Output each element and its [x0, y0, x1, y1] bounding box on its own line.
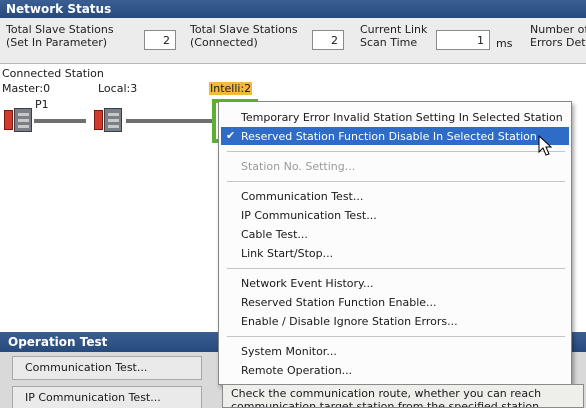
- connected-station-caption: Connected Station: [2, 67, 104, 80]
- port-p1-label: P1: [35, 98, 49, 111]
- tooltip-line: communication target station from the sp…: [231, 400, 543, 408]
- menu-separator: [227, 181, 565, 182]
- menu-item-network-event-history[interactable]: Network Event History...: [221, 274, 569, 292]
- menu-item-link-start-stop[interactable]: Link Start/Stop...: [221, 244, 569, 262]
- tooltip-line: Check the communication route, whether y…: [231, 387, 542, 400]
- local-station-label: Local:3: [98, 82, 138, 95]
- menu-item-ignore-station-errors[interactable]: Enable / Disable Ignore Station Errors..…: [221, 312, 569, 330]
- total-slave-connected-label: Total Slave Stations (Connected): [190, 23, 298, 49]
- errors-detected-label: Number of Errors Dete: [530, 23, 586, 49]
- checkmark-icon: ✔: [226, 129, 236, 142]
- menu-item-ip-communication-test[interactable]: IP Communication Test...: [221, 206, 569, 224]
- link-scan-time-value: 1: [436, 30, 490, 50]
- master-station-label: Master:0: [2, 82, 51, 95]
- menu-item-temporary-error-invalid[interactable]: Temporary Error Invalid Station Setting …: [221, 108, 569, 126]
- menu-item-remote-operation[interactable]: Remote Operation...: [221, 361, 569, 379]
- network-status-title: Network Status: [0, 0, 586, 18]
- context-menu: Temporary Error Invalid Station Setting …: [218, 101, 572, 385]
- menu-item-station-no-setting: Station No. Setting...: [241, 160, 356, 173]
- network-cable-line: [34, 119, 86, 123]
- menu-separator: [227, 336, 565, 337]
- menu-separator: [227, 151, 565, 152]
- network-cable-line: [126, 119, 212, 123]
- link-scan-time-label: Current Link Scan Time: [360, 23, 428, 49]
- local-station-plc-icon[interactable]: [94, 108, 122, 132]
- total-slave-set-label: Total Slave Stations (Set In Parameter): [6, 23, 114, 49]
- total-slave-set-value: 2: [144, 30, 176, 50]
- network-status-panel: Total Slave Stations (Set In Parameter) …: [0, 18, 586, 64]
- menu-item-label: Reserved Station Function Disable In Sel…: [241, 130, 537, 143]
- intelli-station-label: Intelli:2: [209, 82, 253, 95]
- menu-item-system-monitor[interactable]: System Monitor...: [221, 342, 569, 360]
- master-station-plc-icon[interactable]: [4, 108, 32, 132]
- ip-communication-test-button[interactable]: IP Communication Test...: [12, 386, 202, 408]
- communication-test-button[interactable]: Communication Test...: [12, 356, 202, 380]
- menu-item-reserved-station-disable[interactable]: ✔ Reserved Station Function Disable In S…: [221, 127, 569, 145]
- tooltip: Check the communication route, whether y…: [222, 384, 584, 408]
- total-slave-connected-value: 2: [312, 30, 344, 50]
- menu-item-reserved-station-enable[interactable]: Reserved Station Function Enable...: [221, 293, 569, 311]
- mouse-pointer-icon: [538, 135, 553, 156]
- link-scan-time-unit: ms: [496, 37, 513, 50]
- menu-item-communication-test[interactable]: Communication Test...: [221, 187, 569, 205]
- menu-item-cable-test[interactable]: Cable Test...: [221, 225, 569, 243]
- menu-separator: [227, 268, 565, 269]
